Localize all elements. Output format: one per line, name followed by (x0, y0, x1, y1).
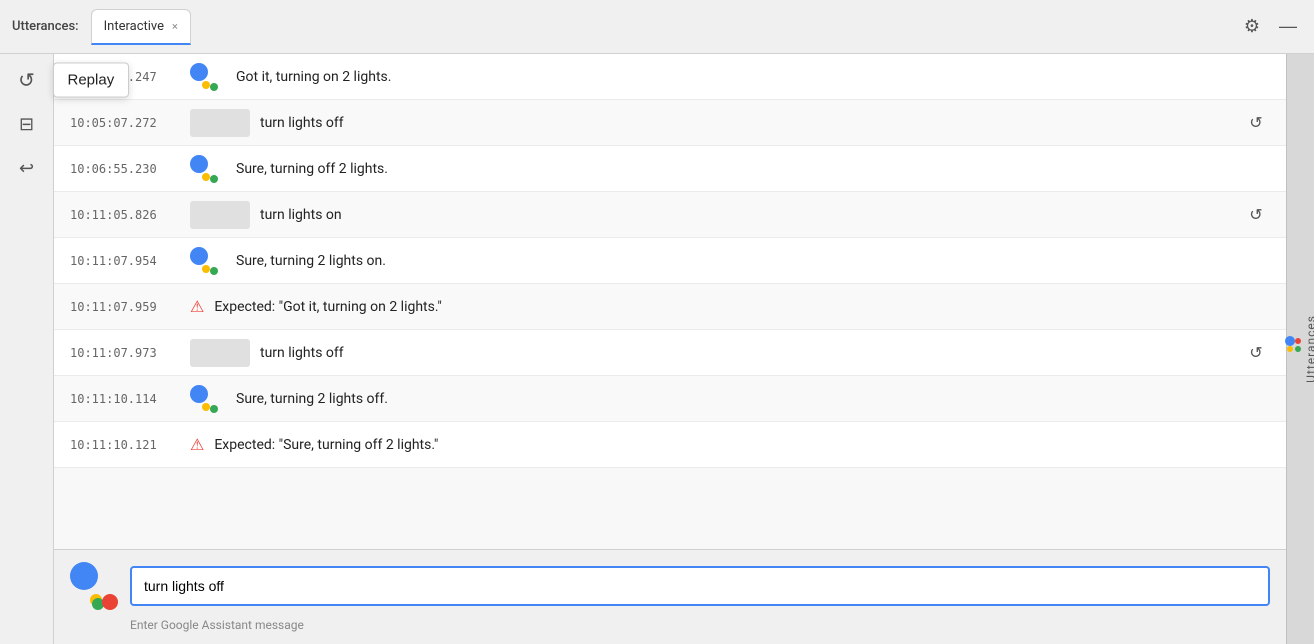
input-area: Enter Google Assistant message (54, 549, 1286, 644)
table-row: 10:05:07.272 turn lights off ↺ (54, 100, 1286, 146)
main-area: ↺ Replay ⊟ ↩ 10:04:36.247 (0, 54, 1314, 644)
main-window: Utterances: Interactive × ⚙ — ↺ Replay ⊟… (0, 0, 1314, 644)
dot-green (210, 267, 218, 275)
save-button[interactable]: ⊟ (9, 106, 45, 142)
undo-button[interactable]: ↩ (9, 150, 45, 186)
dot-green (210, 83, 218, 91)
table-row: 10:11:10.121 ⚠ Expected: "Sure, turning … (54, 422, 1286, 468)
message-text: Expected: "Got it, turning on 2 lights." (214, 299, 1270, 315)
dot-yellow (202, 403, 210, 411)
table-row: 10:06:55.230 Sure, turning off 2 lights. (54, 146, 1286, 192)
dot-blue (190, 63, 208, 81)
timestamp: 10:11:05.826 (70, 208, 180, 222)
content-area: 10:04:36.247 Got it, turning on 2 lights… (54, 54, 1286, 644)
message-text: Got it, turning on 2 lights. (236, 69, 1270, 85)
table-row: 10:11:07.959 ⚠ Expected: "Got it, turnin… (54, 284, 1286, 330)
title-bar-actions: ⚙ — (1238, 13, 1302, 41)
dot-blue (190, 247, 208, 265)
dot-green (210, 405, 218, 413)
dot-blue (190, 155, 208, 173)
message-text: Sure, turning off 2 lights. (236, 161, 1270, 177)
utterances-mini-icon (1284, 335, 1304, 355)
timestamp: 10:11:07.973 (70, 346, 180, 360)
message-input[interactable] (130, 566, 1270, 606)
assistant-avatar (190, 63, 226, 91)
message-text: turn lights off (260, 345, 1232, 361)
timestamp: 10:05:07.272 (70, 116, 180, 130)
table-row: 10:04:36.247 Got it, turning on 2 lights… (54, 54, 1286, 100)
timestamp: 10:11:07.959 (70, 300, 180, 314)
left-toolbar: ↺ Replay ⊟ ↩ (0, 54, 54, 644)
dot-yellow (202, 81, 210, 89)
settings-button[interactable]: ⚙ (1238, 13, 1266, 41)
replay-utterance-btn[interactable]: ↺ (1242, 339, 1270, 367)
table-row: 10:11:10.114 Sure, turning 2 lights off. (54, 376, 1286, 422)
minimize-button[interactable]: — (1274, 13, 1302, 41)
assistant-avatar (190, 155, 226, 183)
logo-dot-red (102, 594, 118, 610)
table-row: 10:11:07.973 turn lights off ↺ (54, 330, 1286, 376)
dot-yellow (202, 173, 210, 181)
replay-button[interactable]: ↺ Replay (9, 62, 45, 98)
replay-utterance-btn[interactable]: ↺ (1242, 201, 1270, 229)
dot-green (210, 175, 218, 183)
timestamp: 10:11:10.114 (70, 392, 180, 406)
user-avatar-placeholder (190, 339, 250, 367)
ga-logo (70, 562, 118, 610)
save-icon: ⊟ (19, 114, 34, 135)
user-avatar-placeholder (190, 201, 250, 229)
message-text: Sure, turning 2 lights off. (236, 391, 1270, 407)
replay-utterance-btn[interactable]: ↺ (1242, 109, 1270, 137)
dot-yellow (202, 265, 210, 273)
message-text: turn lights off (260, 115, 1232, 131)
input-row (70, 562, 1270, 610)
right-sidebar[interactable]: Utterances (1286, 54, 1314, 644)
tab-close-btn[interactable]: × (172, 21, 178, 32)
table-row: 10:11:07.954 Sure, turning 2 lights on. (54, 238, 1286, 284)
timestamp: 10:11:07.954 (70, 254, 180, 268)
title-bar: Utterances: Interactive × ⚙ — (0, 0, 1314, 54)
utterances-list[interactable]: 10:04:36.247 Got it, turning on 2 lights… (54, 54, 1286, 549)
undo-icon: ↩ (19, 158, 34, 179)
logo-dot-blue (70, 562, 98, 590)
timestamp: 10:11:10.121 (70, 438, 180, 452)
input-hint: Enter Google Assistant message (70, 618, 1270, 632)
error-icon: ⚠ (190, 297, 204, 316)
error-icon: ⚠ (190, 435, 204, 454)
assistant-avatar (190, 247, 226, 275)
timestamp: 10:06:55.230 (70, 162, 180, 176)
table-row: 10:11:05.826 turn lights on ↺ (54, 192, 1286, 238)
utterances-label: Utterances: (12, 19, 79, 34)
assistant-avatar (190, 385, 226, 413)
replay-icon: ↺ (18, 68, 35, 93)
tab-label: Interactive (104, 19, 164, 34)
dot-blue (190, 385, 208, 403)
utterances-icon (1284, 335, 1304, 355)
sidebar-label[interactable]: Utterances (1304, 315, 1314, 383)
replay-tooltip: Replay (53, 63, 130, 98)
interactive-tab[interactable]: Interactive × (91, 9, 191, 45)
message-text: turn lights on (260, 207, 1232, 223)
message-text: Expected: "Sure, turning off 2 lights." (214, 437, 1270, 453)
user-avatar-placeholder (190, 109, 250, 137)
message-text: Sure, turning 2 lights on. (236, 253, 1270, 269)
